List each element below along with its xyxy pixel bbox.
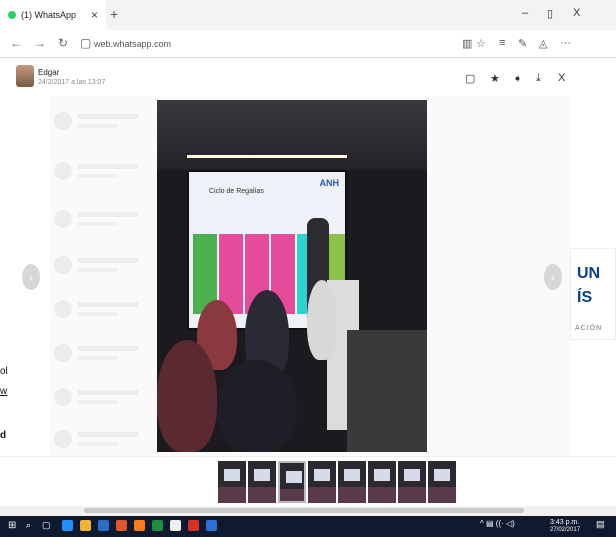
thumbnail-item[interactable] <box>278 461 306 503</box>
back-icon[interactable]: ← <box>10 36 22 50</box>
brand-text-3: ACIÓN <box>575 325 603 332</box>
reading-view-icon[interactable]: ▥ <box>462 37 472 50</box>
avatar[interactable] <box>16 65 34 87</box>
thumbnail-strip <box>0 456 616 506</box>
photo-ceiling <box>157 100 427 170</box>
photo-floor <box>347 330 427 452</box>
download-icon[interactable]: ⤓ <box>536 72 541 85</box>
word-icon[interactable] <box>206 520 217 531</box>
taskbar-date: 27/02/2017 <box>550 527 581 533</box>
favorite-star-icon[interactable]: ☆ <box>476 37 486 50</box>
scrollbar-thumb[interactable] <box>84 508 524 513</box>
previous-arrow-button[interactable]: ‹ <box>22 264 40 290</box>
forward-icon[interactable]: ➧ <box>513 72 522 85</box>
thumbnail-item[interactable] <box>248 461 276 503</box>
thumbnail-crowd <box>280 489 304 501</box>
media-viewer-header: Edgar 24/2/2017 a las 13:07 ▢ ★ ➧ ⤓ X <box>0 58 616 96</box>
windows-taskbar: ⊞ ⌕ ▢ ^ ▤ ((· ◁) 3:43 p.m. 27/02/2017 ▤ <box>0 516 616 537</box>
more-icon[interactable]: ··· <box>560 37 571 49</box>
thumbnail-item[interactable] <box>218 461 246 503</box>
whatsapp-icon <box>8 11 16 19</box>
audience-member <box>157 340 217 452</box>
hub-icon[interactable]: ≡ <box>499 37 505 49</box>
sender-name: Edgar <box>38 68 60 77</box>
thumbnail-item[interactable] <box>368 461 396 503</box>
thumbnail-list <box>218 461 456 503</box>
chrome-icon[interactable] <box>116 520 127 531</box>
web-note-icon[interactable]: ✎ <box>518 37 527 50</box>
store-icon[interactable] <box>98 520 109 531</box>
address-bar: ← → ↻ ▢ web.whatsapp.com ▥ ☆ ≡ ✎ ◬ ··· <box>0 30 616 58</box>
audience-member <box>307 280 337 360</box>
thumbnail-crowd <box>338 487 366 503</box>
restore-button[interactable]: ▯ <box>547 7 553 20</box>
notification-icon[interactable]: ▤ <box>596 519 605 530</box>
thumbnail-crowd <box>368 487 396 503</box>
thumbnail-screen <box>434 469 450 481</box>
forward-icon[interactable]: → <box>34 36 46 50</box>
star-icon[interactable]: ★ <box>490 72 500 85</box>
thumbnail-crowd <box>308 487 336 503</box>
thumbnail-crowd <box>248 487 276 503</box>
url-field[interactable]: web.whatsapp.com <box>94 39 171 49</box>
edge-icon[interactable] <box>62 520 73 531</box>
system-tray-icons[interactable]: ^ ▤ ((· ◁) <box>480 519 515 528</box>
thumbnail-item[interactable] <box>398 461 426 503</box>
tab-close-icon[interactable]: × <box>91 8 98 22</box>
pdf-icon[interactable] <box>188 520 199 531</box>
close-viewer-icon[interactable]: X <box>558 72 565 84</box>
refresh-icon[interactable]: ↻ <box>58 36 68 50</box>
close-window-button[interactable]: X <box>573 7 580 19</box>
taskbar-time: 3:43 p.m. <box>550 519 580 526</box>
side-bold-fragment: d <box>0 430 7 441</box>
new-tab-button[interactable]: + <box>110 6 118 22</box>
minimize-button[interactable]: – <box>522 7 528 19</box>
thumbnail-crowd <box>218 487 246 503</box>
brand-text-1: UN <box>577 265 601 282</box>
thumbnail-screen <box>314 469 330 481</box>
thumbnail-item[interactable] <box>338 461 366 503</box>
thumbnail-screen <box>286 471 302 483</box>
thumbnail-item[interactable] <box>308 461 336 503</box>
browser-tab-strip: (1) WhatsApp × + – ▯ X <box>0 0 616 30</box>
slide-title: Ciclo de Regalías <box>209 188 264 195</box>
side-text-fragment: ol <box>0 366 8 377</box>
tab-whatsapp[interactable]: (1) WhatsApp × <box>0 0 106 30</box>
go-to-message-icon[interactable]: ▢ <box>465 72 475 85</box>
page-icon: ▢ <box>80 36 92 50</box>
thumbnail-screen <box>374 469 390 481</box>
photo-ceiling-light <box>187 155 347 158</box>
thumbnail-screen <box>224 469 240 481</box>
tab-title: (1) WhatsApp <box>21 10 77 20</box>
task-view-icon[interactable]: ▢ <box>42 520 51 531</box>
slide-logo: ANH <box>319 178 340 188</box>
side-link-fragment[interactable]: w <box>0 386 7 397</box>
firefox-icon[interactable] <box>134 520 145 531</box>
horizontal-scrollbar[interactable] <box>0 506 616 516</box>
next-arrow-button[interactable]: › <box>544 264 562 290</box>
search-icon[interactable]: ⌕ <box>26 520 31 531</box>
share-icon[interactable]: ◬ <box>539 37 547 50</box>
audience <box>157 280 357 452</box>
audience-member <box>217 360 297 452</box>
brand-text-2: ÍS <box>577 289 593 306</box>
mail-icon[interactable] <box>170 520 181 531</box>
thumbnail-item[interactable] <box>428 461 456 503</box>
thumbnail-screen <box>254 469 270 481</box>
excel-icon[interactable] <box>152 520 163 531</box>
thumbnail-crowd <box>428 487 456 503</box>
media-photo: Ciclo de Regalías ANH <box>157 100 427 452</box>
message-timestamp: 24/2/2017 a las 13:07 <box>38 79 106 86</box>
thumbnail-crowd <box>398 487 426 503</box>
thumbnail-screen <box>344 469 360 481</box>
file-explorer-icon[interactable] <box>80 520 91 531</box>
brand-logo: UN ÍS ACIÓN <box>570 248 616 340</box>
windows-start-icon[interactable]: ⊞ <box>8 520 16 531</box>
thumbnail-screen <box>404 469 420 481</box>
